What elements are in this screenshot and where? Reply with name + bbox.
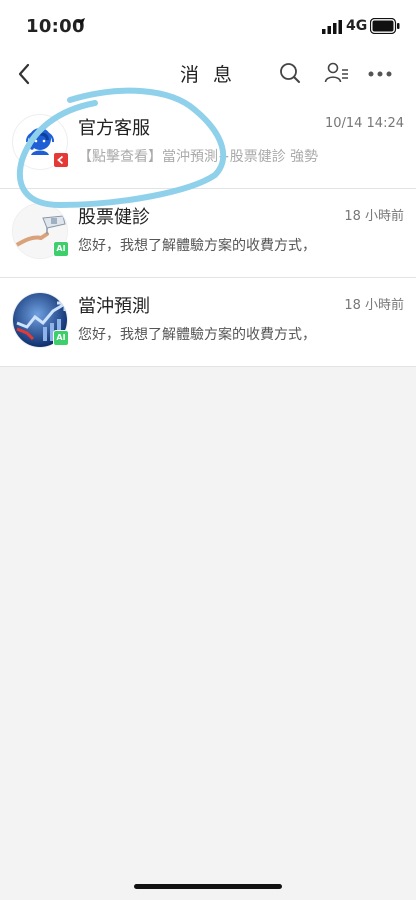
official-badge-icon (53, 152, 69, 168)
conversation-row-stock-checkup[interactable]: AI 股票健診 18 小時前 您好，我想了解體驗方案的收費方式， (0, 189, 416, 278)
contacts-icon[interactable] (324, 61, 350, 85)
ai-badge: AI (53, 330, 69, 346)
home-indicator[interactable] (134, 884, 282, 889)
location-arrow-icon (75, 18, 85, 28)
signal-icon (322, 20, 342, 34)
conversation-time: 10/14 14:24 (324, 116, 404, 131)
page-title: 消 息 (179, 64, 237, 86)
conversation-row-official-service[interactable]: 官方客服 10/14 14:24 【點擊查看】當沖預測+股票健診 強勢 (0, 100, 416, 189)
status-bar: 10:00 4G (0, 0, 416, 52)
nav-bar: 消 息 (0, 52, 416, 100)
more-icon[interactable] (368, 71, 392, 77)
conversation-time: 18 小時前 (344, 298, 404, 313)
conversation-preview: 您好，我想了解體驗方案的收費方式， (78, 327, 316, 343)
ai-badge: AI (53, 241, 69, 257)
conversation-time: 18 小時前 (344, 209, 404, 224)
conversation-row-daytrade-forecast[interactable]: AI 當沖預測 18 小時前 您好，我想了解體驗方案的收費方式， (0, 278, 416, 367)
top-area: 10:00 4G 消 息 (0, 0, 416, 100)
conversation-name: 當沖預測 (78, 296, 150, 317)
conversation-name: 股票健診 (78, 207, 150, 228)
network-type: 4G (346, 18, 368, 34)
conversation-preview: 您好，我想了解體驗方案的收費方式， (78, 238, 316, 254)
conversation-preview: 【點擊查看】當沖預測+股票健診 強勢 (78, 149, 319, 165)
battery-icon (370, 18, 400, 34)
conversation-name: 官方客服 (78, 118, 150, 139)
conversation-list: 官方客服 10/14 14:24 【點擊查看】當沖預測+股票健診 強勢 AI 股… (0, 100, 416, 367)
search-icon[interactable] (278, 61, 302, 85)
